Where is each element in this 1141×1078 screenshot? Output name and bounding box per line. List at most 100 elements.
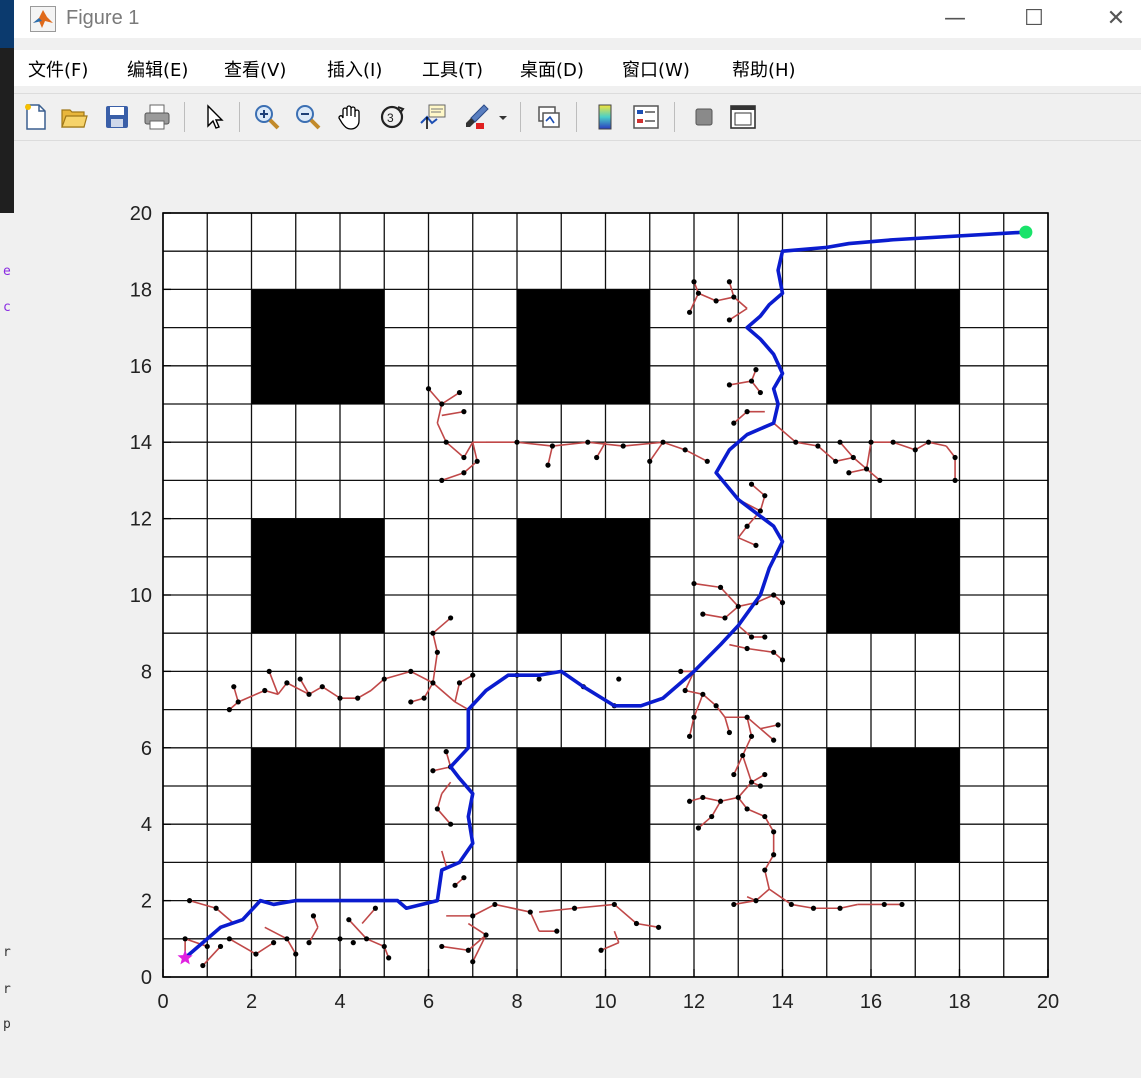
obstacle-block bbox=[826, 518, 960, 634]
tree-node bbox=[691, 714, 697, 720]
tree-node bbox=[952, 454, 958, 461]
tree-node bbox=[337, 936, 343, 942]
tree-node bbox=[452, 882, 458, 888]
tree-node bbox=[408, 668, 414, 675]
tree-node bbox=[372, 905, 378, 911]
tree-node bbox=[686, 733, 693, 739]
x-tick-label: 8 bbox=[511, 991, 522, 1013]
tree-node bbox=[226, 707, 232, 713]
tree-node bbox=[443, 439, 449, 445]
tree-node bbox=[912, 447, 918, 453]
x-tick-label: 12 bbox=[683, 991, 705, 1013]
tree-node bbox=[877, 477, 883, 483]
tree-node bbox=[456, 389, 463, 396]
tree-node bbox=[306, 691, 312, 697]
tree-node bbox=[355, 695, 361, 701]
rrt-plot: 0 2 4 6 8 10 12 14 16 18 20 0 2 4 6 8 10 12 14 16 18 20 bbox=[130, 203, 1059, 1013]
tree-node bbox=[678, 668, 684, 675]
y-tick-label: 10 bbox=[130, 585, 152, 607]
tree-node bbox=[235, 699, 241, 705]
tree-node bbox=[439, 401, 445, 407]
tree-node bbox=[753, 898, 759, 904]
tree-node bbox=[753, 542, 759, 548]
y-tick-label: 18 bbox=[130, 279, 152, 301]
tree-node bbox=[771, 592, 777, 598]
tree-node bbox=[448, 615, 454, 621]
tree-node bbox=[647, 458, 653, 464]
tree-node bbox=[350, 940, 356, 946]
tree-node bbox=[744, 523, 750, 529]
tree-node bbox=[549, 443, 556, 449]
tree-node bbox=[863, 466, 870, 472]
tree-node bbox=[408, 699, 414, 705]
tree-node bbox=[293, 951, 299, 957]
tree-node bbox=[850, 454, 856, 461]
tree-node bbox=[700, 691, 706, 697]
tree-node bbox=[717, 584, 724, 590]
tree-node bbox=[925, 439, 932, 445]
tree-node bbox=[748, 733, 755, 739]
tree-node bbox=[899, 901, 905, 908]
tree-node bbox=[461, 409, 467, 415]
tree-node bbox=[771, 829, 777, 835]
tree-node bbox=[726, 382, 733, 388]
tree-node bbox=[868, 439, 874, 445]
tree-node bbox=[474, 458, 480, 464]
tree-node bbox=[686, 798, 693, 804]
tree-node bbox=[439, 943, 445, 950]
tree-node bbox=[337, 695, 343, 701]
tree-node bbox=[461, 470, 467, 476]
tree-node bbox=[492, 901, 498, 908]
tree-node bbox=[434, 806, 440, 812]
tree-node bbox=[266, 668, 272, 675]
obstacle-block bbox=[251, 518, 385, 634]
tree-node bbox=[434, 649, 440, 655]
tree-node bbox=[430, 630, 436, 636]
tree-node bbox=[545, 462, 551, 468]
tree-node bbox=[779, 600, 786, 606]
tree-node bbox=[182, 936, 188, 942]
tree-node bbox=[837, 905, 843, 911]
tree-node bbox=[744, 645, 750, 652]
tree-node bbox=[439, 477, 445, 483]
y-tick-label: 2 bbox=[141, 891, 152, 913]
tree-node bbox=[686, 309, 693, 315]
tree-node bbox=[695, 825, 702, 831]
tree-node bbox=[748, 378, 755, 384]
tree-node bbox=[771, 852, 777, 858]
tree-node bbox=[271, 940, 277, 946]
y-tick-label: 8 bbox=[141, 661, 152, 683]
tree-node bbox=[217, 943, 224, 950]
tree-node bbox=[740, 752, 746, 759]
tree-node bbox=[713, 703, 719, 709]
tree-node bbox=[748, 634, 755, 640]
x-tick-label: 4 bbox=[334, 991, 345, 1013]
tree-node bbox=[881, 901, 887, 908]
tree-node bbox=[620, 443, 626, 449]
x-tick-label: 10 bbox=[594, 991, 616, 1013]
tree-node bbox=[762, 634, 768, 640]
y-tick-label: 20 bbox=[130, 203, 152, 225]
tree-node bbox=[456, 680, 463, 686]
tree-node bbox=[833, 458, 839, 464]
tree-node bbox=[757, 783, 763, 789]
x-tick-label: 20 bbox=[1037, 991, 1059, 1013]
tree-node bbox=[483, 932, 489, 938]
x-tick-label: 14 bbox=[771, 991, 793, 1013]
tree-node bbox=[346, 917, 352, 923]
tree-node bbox=[594, 454, 600, 461]
tree-node bbox=[771, 649, 777, 655]
tree-node bbox=[726, 317, 733, 323]
tree-node bbox=[695, 290, 702, 296]
tree-node bbox=[771, 737, 777, 743]
obstacle-block bbox=[517, 289, 650, 404]
tree-node bbox=[704, 458, 710, 464]
tree-node bbox=[744, 806, 750, 812]
y-tick-label: 4 bbox=[141, 814, 152, 836]
tree-node bbox=[748, 481, 755, 487]
tree-node bbox=[213, 905, 219, 911]
x-tick-label: 6 bbox=[423, 991, 434, 1013]
y-tick-label: 12 bbox=[130, 509, 152, 531]
x-tick-label: 18 bbox=[948, 991, 970, 1013]
obstacle-block bbox=[251, 747, 385, 863]
